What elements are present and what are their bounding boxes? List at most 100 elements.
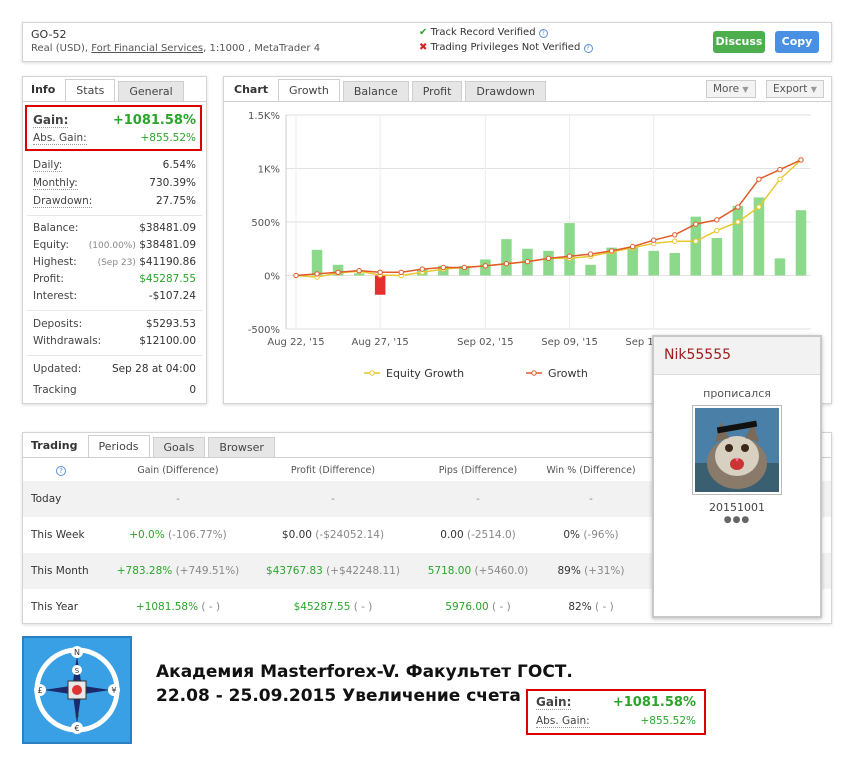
chart-title: Chart	[234, 83, 269, 96]
info-tabs: Info Stats General	[31, 79, 187, 101]
more-label: More	[713, 83, 740, 95]
deposits-label: Deposits:	[33, 318, 83, 330]
period-win-diff: ( - )	[591, 601, 614, 613]
tab-profit[interactable]: Profit	[411, 81, 463, 101]
legend-label: Equity Growth	[386, 367, 464, 380]
tab-general[interactable]: General	[118, 81, 184, 101]
monthly-value: 730.39%	[149, 177, 196, 189]
tab-browser[interactable]: Browser	[208, 437, 275, 457]
header-profit: Profit (Difference)	[290, 465, 376, 476]
growth-point	[440, 264, 446, 271]
legend-label: Growth	[548, 367, 588, 380]
growth-point	[714, 217, 720, 223]
equity-label: Equity:	[33, 239, 69, 251]
tab-balance[interactable]: Balance	[342, 81, 409, 101]
cat-avatar-image	[695, 408, 779, 492]
period-profit: -	[331, 493, 335, 505]
y-tick-label: 1K%	[258, 165, 280, 176]
equity-growth-point	[672, 238, 678, 244]
bar	[648, 250, 659, 276]
x-tick-label: Aug 22, '15	[267, 337, 324, 348]
growth-point	[398, 269, 404, 275]
interest-value: -$107.24	[148, 290, 196, 302]
profit-label: Profit:	[33, 273, 64, 285]
logo-symbol-pound: £	[37, 686, 42, 695]
period-gain-cell: +783.28% (+749.51%)	[103, 553, 253, 589]
period-win-diff: (+31%)	[580, 565, 625, 577]
drawdown-label: Drawdown:	[33, 195, 93, 208]
help-icon[interactable]: ?	[583, 44, 593, 53]
triangle-down-icon: ▼	[810, 85, 817, 94]
growth-point	[693, 221, 699, 227]
period-gain-cell: +1081.58% ( - )	[103, 589, 253, 625]
copy-button[interactable]: Copy	[775, 31, 819, 53]
period-pips-diff: (-2514.0)	[463, 529, 516, 541]
drawdown-value: 27.75%	[155, 195, 196, 207]
y-tick-label: -500%	[248, 325, 280, 336]
growth-point	[651, 237, 657, 243]
tracking-value: 0	[189, 384, 196, 396]
period-win: 82%	[568, 601, 592, 613]
legend-marker	[531, 370, 537, 376]
growth-point	[587, 251, 594, 257]
discuss-button[interactable]: Discuss	[713, 31, 765, 53]
account-subtitle: Real (USD), Fort Financial Services, 1:1…	[31, 43, 320, 54]
export-dropdown[interactable]: Export ▼	[766, 80, 824, 98]
period-profit-cell: $0.00 (-$24052.14)	[258, 517, 408, 553]
period-label: Today	[31, 493, 62, 505]
more-options-icon[interactable]: ●●●	[654, 515, 820, 525]
equity-growth-point	[777, 176, 783, 182]
help-icon[interactable]: ?	[538, 29, 548, 38]
x-tick-label: Sep 09, '15	[541, 337, 598, 348]
trading-privileges-status: ✖ Trading Privileges Not Verified ?	[419, 42, 593, 53]
tab-goals[interactable]: Goals	[152, 437, 206, 457]
x-tick-label: Aug 27, '15	[352, 337, 409, 348]
popup-status: прописался	[703, 387, 771, 400]
avatar[interactable]	[692, 405, 782, 495]
growth-point	[798, 157, 804, 163]
popup-username[interactable]: Nik55555	[664, 347, 731, 363]
period-pips-diff: (+5460.0)	[471, 565, 529, 577]
updated-value: Sep 28 at 04:00	[112, 363, 196, 375]
balance-value: $38481.09	[139, 222, 196, 234]
period-pips: -	[476, 493, 480, 505]
period-pips: 5718.00	[427, 565, 472, 577]
daily-value: 6.54%	[162, 159, 196, 171]
growth-point	[419, 266, 425, 272]
growth-point	[314, 271, 320, 277]
tab-periods[interactable]: Periods	[87, 435, 150, 457]
tracking-label: Tracking	[33, 384, 77, 396]
monthly-label: Monthly:	[33, 177, 78, 190]
tab-growth[interactable]: Growth	[278, 79, 340, 101]
period-profit: $43767.83	[266, 565, 323, 577]
period-pips: 0.00	[440, 529, 464, 541]
period-win-cell: 89% (+31%)	[531, 553, 651, 589]
question-icon[interactable]: ?	[55, 461, 67, 481]
deposits-value: $5293.53	[145, 318, 196, 330]
bar	[732, 205, 744, 276]
withdrawals-label: Withdrawals:	[33, 335, 102, 347]
bar	[501, 239, 512, 276]
cross-icon: ✖	[419, 42, 428, 53]
period-gain-cell: +0.0% (-106.77%)	[103, 517, 253, 553]
broker-link[interactable]: Fort Financial Services	[91, 43, 203, 54]
equity-growth-point	[714, 227, 720, 234]
bar	[711, 238, 723, 276]
export-label: Export	[773, 83, 808, 95]
tab-stats[interactable]: Stats	[65, 79, 116, 101]
period-win-cell: 0% (-96%)	[531, 517, 651, 553]
user-popup-card: Nik55555 прописался 20151001 ●●●	[652, 335, 822, 618]
popup-date: 20151001	[709, 501, 765, 514]
compass-logo-icon: N S £ ¥ $ €	[34, 646, 120, 734]
highest-date: (Sep 23)	[97, 258, 136, 268]
footer-abs-gain-value: +855.52%	[640, 715, 696, 727]
growth-point	[524, 258, 531, 265]
logo-symbol-n: N	[74, 648, 80, 657]
bar	[774, 258, 786, 276]
period-label: This Week	[31, 529, 85, 541]
more-dropdown[interactable]: More ▼	[706, 80, 756, 98]
tab-drawdown[interactable]: Drawdown	[465, 81, 546, 101]
period-gain-diff: (+749.51%)	[172, 565, 240, 577]
x-tick-label: Sep 02, '15	[457, 337, 514, 348]
y-tick-label: 1.5K%	[248, 111, 280, 122]
